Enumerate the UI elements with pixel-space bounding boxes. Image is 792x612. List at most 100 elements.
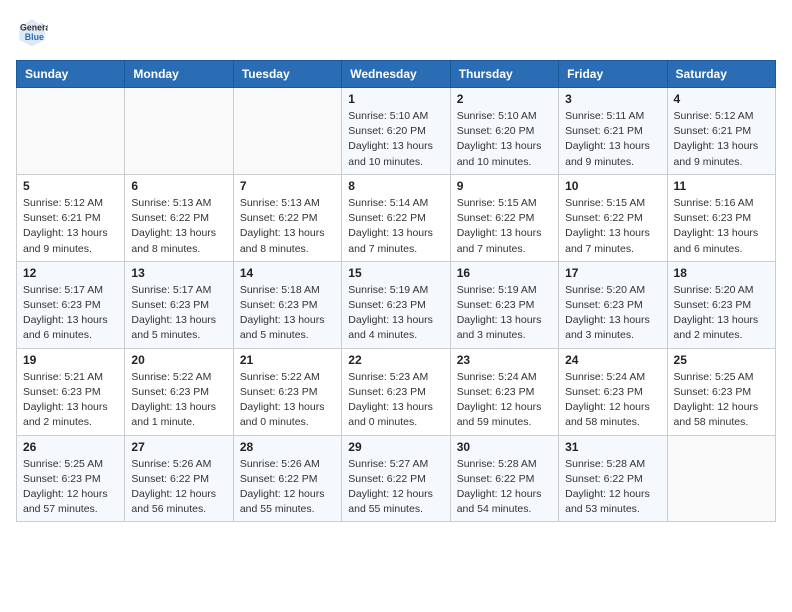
day-info: Sunrise: 5:27 AMSunset: 6:22 PMDaylight:… [348, 457, 443, 518]
day-number: 25 [674, 353, 769, 367]
day-info: Sunrise: 5:20 AMSunset: 6:23 PMDaylight:… [565, 283, 660, 344]
calendar-cell: 15 Sunrise: 5:19 AMSunset: 6:23 PMDayligh… [342, 261, 450, 348]
day-number: 22 [348, 353, 443, 367]
calendar-cell: 11Sunrise: 5:16 AMSunset: 6:23 PMDayligh… [667, 174, 775, 261]
day-number: 3 [565, 92, 660, 106]
day-info: Sunrise: 5:13 AMSunset: 6:22 PMDaylight:… [131, 196, 226, 257]
calendar-cell: 5 Sunrise: 5:12 AMSunset: 6:21 PMDaylight… [17, 174, 125, 261]
calendar-week-4: 19 Sunrise: 5:21 AMSunset: 6:23 PMDayligh… [17, 348, 776, 435]
calendar-table: SundayMondayTuesdayWednesdayThursdayFrid… [16, 60, 776, 522]
day-info: Sunrise: 5:16 AMSunset: 6:23 PMDaylight:… [674, 196, 769, 257]
calendar-week-5: 26 Sunrise: 5:25 AMSunset: 6:23 PMDayligh… [17, 435, 776, 522]
svg-text:Blue: Blue [25, 32, 44, 42]
day-number: 5 [23, 179, 118, 193]
day-number: 7 [240, 179, 335, 193]
calendar-cell: 24 Sunrise: 5:24 AMSunset: 6:23 PMDayligh… [559, 348, 667, 435]
day-number: 24 [565, 353, 660, 367]
calendar-cell: 22 Sunrise: 5:23 AMSunset: 6:23 PMDayligh… [342, 348, 450, 435]
weekday-header-wednesday: Wednesday [342, 61, 450, 88]
calendar-cell: 25Sunrise: 5:25 AMSunset: 6:23 PMDayligh… [667, 348, 775, 435]
day-info: Sunrise: 5:12 AMSunset: 6:21 PMDaylight:… [674, 109, 769, 170]
day-info: Sunrise: 5:23 AMSunset: 6:23 PMDaylight:… [348, 370, 443, 431]
day-info: Sunrise: 5:26 AMSunset: 6:22 PMDaylight:… [240, 457, 335, 518]
weekday-header-thursday: Thursday [450, 61, 558, 88]
day-info: Sunrise: 5:17 AMSunset: 6:23 PMDaylight:… [131, 283, 226, 344]
calendar-cell: 20 Sunrise: 5:22 AMSunset: 6:23 PMDayligh… [125, 348, 233, 435]
day-info: Sunrise: 5:19 AMSunset: 6:23 PMDaylight:… [348, 283, 443, 344]
day-number: 4 [674, 92, 769, 106]
logo: General Blue [16, 16, 52, 48]
day-number: 17 [565, 266, 660, 280]
calendar-cell: 2Sunrise: 5:10 AMSunset: 6:20 PMDaylight… [450, 88, 558, 175]
calendar-cell: 7 Sunrise: 5:13 AMSunset: 6:22 PMDaylight… [233, 174, 341, 261]
calendar-cell: 30Sunrise: 5:28 AMSunset: 6:22 PMDayligh… [450, 435, 558, 522]
calendar-cell: 26 Sunrise: 5:25 AMSunset: 6:23 PMDayligh… [17, 435, 125, 522]
calendar-cell: 23Sunrise: 5:24 AMSunset: 6:23 PMDayligh… [450, 348, 558, 435]
calendar-cell: 13 Sunrise: 5:17 AMSunset: 6:23 PMDayligh… [125, 261, 233, 348]
calendar-cell: 10 Sunrise: 5:15 AMSunset: 6:22 PMDayligh… [559, 174, 667, 261]
calendar-cell: 31 Sunrise: 5:28 AMSunset: 6:22 PMDayligh… [559, 435, 667, 522]
day-number: 10 [565, 179, 660, 193]
calendar-cell: 8Sunrise: 5:14 AMSunset: 6:22 PMDaylight… [342, 174, 450, 261]
day-number: 30 [457, 440, 552, 454]
day-number: 27 [131, 440, 226, 454]
day-info: Sunrise: 5:15 AMSunset: 6:22 PMDaylight:… [457, 196, 552, 257]
calendar-cell: 29 Sunrise: 5:27 AMSunset: 6:22 PMDayligh… [342, 435, 450, 522]
weekday-header-saturday: Saturday [667, 61, 775, 88]
day-info: Sunrise: 5:13 AMSunset: 6:22 PMDaylight:… [240, 196, 335, 257]
day-info: Sunrise: 5:28 AMSunset: 6:22 PMDaylight:… [565, 457, 660, 518]
day-info: Sunrise: 5:20 AMSunset: 6:23 PMDaylight:… [674, 283, 769, 344]
calendar-cell: 19 Sunrise: 5:21 AMSunset: 6:23 PMDayligh… [17, 348, 125, 435]
day-info: Sunrise: 5:10 AMSunset: 6:20 PMDaylight:… [457, 109, 552, 170]
day-number: 29 [348, 440, 443, 454]
calendar-cell [233, 88, 341, 175]
calendar-cell: 4 Sunrise: 5:12 AMSunset: 6:21 PMDaylight… [667, 88, 775, 175]
day-info: Sunrise: 5:18 AMSunset: 6:23 PMDaylight:… [240, 283, 335, 344]
calendar-cell: 27 Sunrise: 5:26 AMSunset: 6:22 PMDayligh… [125, 435, 233, 522]
calendar-cell: 18 Sunrise: 5:20 AMSunset: 6:23 PMDayligh… [667, 261, 775, 348]
day-info: Sunrise: 5:17 AMSunset: 6:23 PMDaylight:… [23, 283, 118, 344]
day-info: Sunrise: 5:22 AMSunset: 6:23 PMDaylight:… [240, 370, 335, 431]
day-number: 16 [457, 266, 552, 280]
calendar-cell: 17 Sunrise: 5:20 AMSunset: 6:23 PMDayligh… [559, 261, 667, 348]
day-info: Sunrise: 5:11 AMSunset: 6:21 PMDaylight:… [565, 109, 660, 170]
page-header: General Blue [16, 16, 776, 48]
day-info: Sunrise: 5:22 AMSunset: 6:23 PMDaylight:… [131, 370, 226, 431]
weekday-header-monday: Monday [125, 61, 233, 88]
day-number: 13 [131, 266, 226, 280]
calendar-cell: 21Sunrise: 5:22 AMSunset: 6:23 PMDayligh… [233, 348, 341, 435]
weekday-header-friday: Friday [559, 61, 667, 88]
svg-text:General: General [20, 22, 48, 32]
day-number: 23 [457, 353, 552, 367]
day-info: Sunrise: 5:15 AMSunset: 6:22 PMDaylight:… [565, 196, 660, 257]
day-info: Sunrise: 5:12 AMSunset: 6:21 PMDaylight:… [23, 196, 118, 257]
day-number: 26 [23, 440, 118, 454]
day-number: 14 [240, 266, 335, 280]
day-number: 9 [457, 179, 552, 193]
weekday-header-sunday: Sunday [17, 61, 125, 88]
calendar-week-1: 1Sunrise: 5:10 AMSunset: 6:20 PMDaylight… [17, 88, 776, 175]
day-info: Sunrise: 5:26 AMSunset: 6:22 PMDaylight:… [131, 457, 226, 518]
day-number: 6 [131, 179, 226, 193]
calendar-cell: 1Sunrise: 5:10 AMSunset: 6:20 PMDaylight… [342, 88, 450, 175]
day-number: 31 [565, 440, 660, 454]
day-number: 19 [23, 353, 118, 367]
day-info: Sunrise: 5:25 AMSunset: 6:23 PMDaylight:… [23, 457, 118, 518]
calendar-cell [667, 435, 775, 522]
calendar-cell: 3 Sunrise: 5:11 AMSunset: 6:21 PMDaylight… [559, 88, 667, 175]
day-number: 15 [348, 266, 443, 280]
calendar-week-2: 5 Sunrise: 5:12 AMSunset: 6:21 PMDaylight… [17, 174, 776, 261]
day-number: 12 [23, 266, 118, 280]
day-number: 18 [674, 266, 769, 280]
calendar-cell: 16Sunrise: 5:19 AMSunset: 6:23 PMDayligh… [450, 261, 558, 348]
calendar-cell: 14 Sunrise: 5:18 AMSunset: 6:23 PMDayligh… [233, 261, 341, 348]
day-number: 8 [348, 179, 443, 193]
day-info: Sunrise: 5:21 AMSunset: 6:23 PMDaylight:… [23, 370, 118, 431]
calendar-cell [17, 88, 125, 175]
weekday-header-tuesday: Tuesday [233, 61, 341, 88]
day-info: Sunrise: 5:10 AMSunset: 6:20 PMDaylight:… [348, 109, 443, 170]
calendar-cell: 12 Sunrise: 5:17 AMSunset: 6:23 PMDayligh… [17, 261, 125, 348]
day-info: Sunrise: 5:24 AMSunset: 6:23 PMDaylight:… [565, 370, 660, 431]
day-number: 20 [131, 353, 226, 367]
day-number: 28 [240, 440, 335, 454]
